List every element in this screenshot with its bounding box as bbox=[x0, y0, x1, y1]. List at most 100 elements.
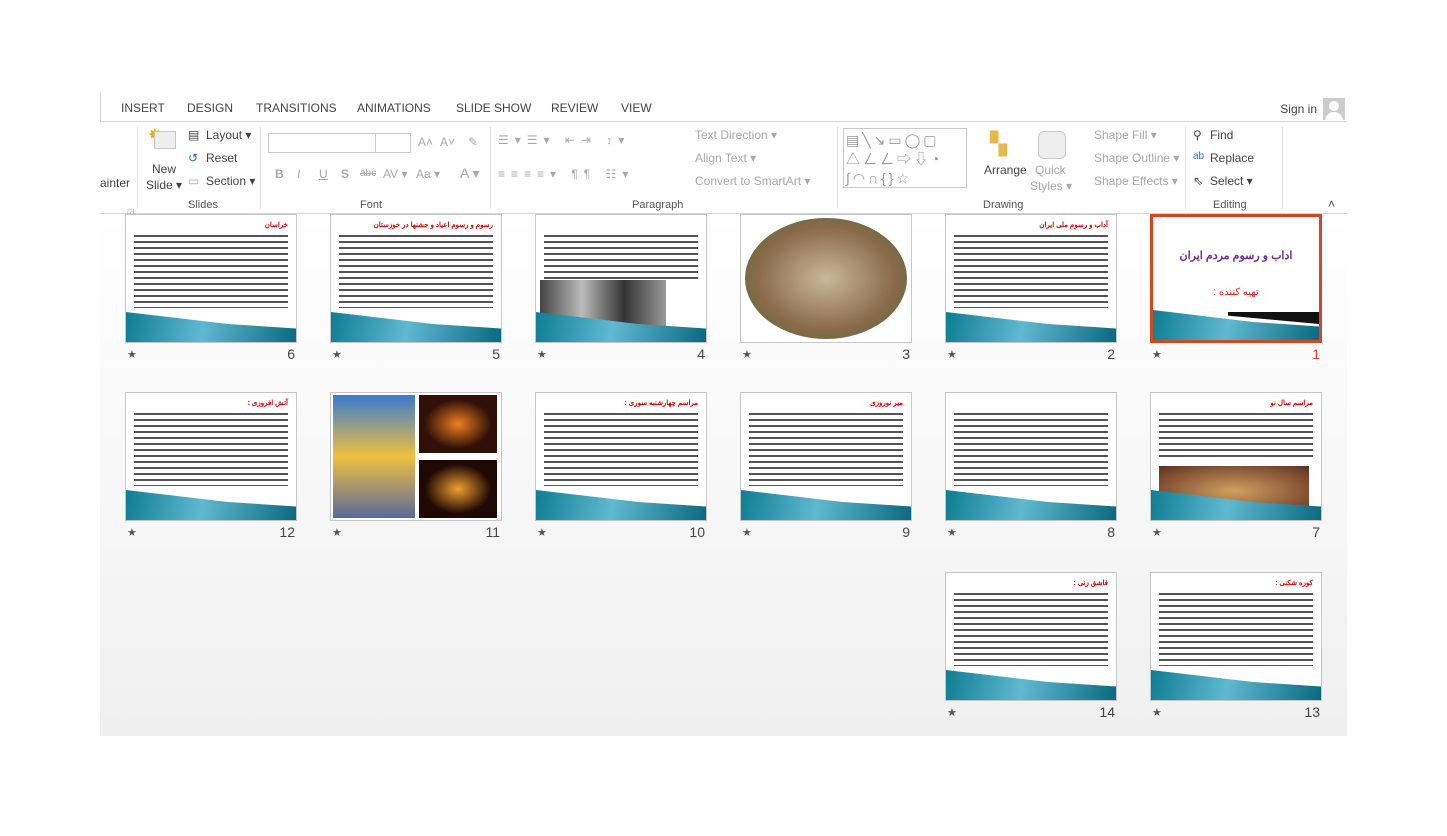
quick-styles-icon bbox=[1038, 131, 1066, 159]
font-name-select[interactable] bbox=[268, 133, 376, 153]
font-color-button[interactable]: A ▾ bbox=[460, 165, 479, 182]
animation-star-icon[interactable]: ★ bbox=[127, 526, 137, 539]
list-buttons[interactable]: ☰▾☰▾ ⇤⇥ ↕▾ bbox=[498, 133, 630, 147]
slide-body-text bbox=[134, 233, 288, 308]
animation-star-icon[interactable]: ★ bbox=[947, 706, 957, 719]
slide-thumbnail[interactable] bbox=[740, 214, 912, 343]
slide-number: 12 bbox=[279, 524, 295, 540]
italic-button[interactable]: I bbox=[297, 167, 300, 181]
underline-button[interactable]: U bbox=[319, 167, 328, 181]
slide-thumbnail[interactable]: آداب و رسوم ملی ایران bbox=[945, 214, 1117, 343]
tab-animations[interactable]: ANIMATIONS bbox=[357, 101, 431, 115]
slide-number: 1 bbox=[1312, 346, 1320, 362]
slide-number: 3 bbox=[902, 346, 910, 362]
slide-decoration bbox=[741, 490, 911, 520]
shape-outline-button[interactable]: Shape Outline ▾ bbox=[1094, 151, 1179, 165]
animation-star-icon[interactable]: ★ bbox=[537, 348, 547, 361]
slide-title: خراسان bbox=[264, 222, 288, 229]
ribbon: ainter ◲ ✸ New Slide ▾ ▤ Layout ▾ ↺ Rese… bbox=[100, 123, 1347, 216]
animation-star-icon[interactable]: ★ bbox=[742, 348, 752, 361]
character-spacing-button[interactable]: AV ▾ bbox=[383, 167, 407, 181]
align-text-button[interactable]: Align Text ▾ bbox=[695, 151, 756, 165]
layout-button[interactable]: Layout ▾ bbox=[206, 128, 251, 142]
slide-number: 7 bbox=[1312, 524, 1320, 540]
shadow-button[interactable]: S bbox=[341, 167, 349, 181]
animation-star-icon[interactable]: ★ bbox=[1152, 348, 1162, 361]
slide-body-text bbox=[954, 591, 1108, 666]
format-painter-button[interactable]: ainter bbox=[100, 176, 130, 190]
animation-star-icon[interactable]: ★ bbox=[947, 348, 957, 361]
arrange-button[interactable]: Arrange bbox=[984, 163, 1027, 177]
slide-sorter: اداب و رسوم مردم ایران تهیه کننده : 1 ★ آد… bbox=[100, 214, 1347, 736]
animation-star-icon[interactable]: ★ bbox=[1152, 526, 1162, 539]
new-slide-label[interactable]: New bbox=[152, 162, 176, 176]
slide-title: مراسم چهارشنبه سوری : bbox=[624, 400, 699, 407]
grow-font-button[interactable]: A˄ bbox=[418, 135, 433, 149]
slide-body-text bbox=[1159, 591, 1313, 666]
slide-decoration bbox=[126, 490, 296, 520]
animation-star-icon[interactable]: ★ bbox=[332, 348, 342, 361]
text-direction-button[interactable]: Text Direction ▾ bbox=[695, 128, 777, 142]
collapse-ribbon-icon[interactable]: ˄ bbox=[1328, 197, 1335, 211]
animation-star-icon[interactable]: ★ bbox=[742, 526, 752, 539]
sign-in-link[interactable]: Sign in bbox=[1280, 102, 1317, 116]
find-button[interactable]: Find bbox=[1210, 128, 1233, 142]
slide-thumbnail[interactable] bbox=[330, 392, 502, 521]
replace-button[interactable]: Replace bbox=[1210, 151, 1254, 165]
shape-effects-button[interactable]: Shape Effects ▾ bbox=[1094, 174, 1178, 188]
shapes-gallery[interactable]: ▤╲↘▭◯▢ △ㄥㄥ⇨⇩◔ ∫◠∩{}☆ bbox=[843, 128, 967, 188]
slide-thumbnail[interactable]: کوزه شکنی : bbox=[1150, 572, 1322, 701]
shape-fill-button[interactable]: Shape Fill ▾ bbox=[1094, 128, 1157, 142]
drawing-group-label: Drawing bbox=[983, 199, 1024, 211]
change-case-button[interactable]: Aa ▾ bbox=[416, 167, 440, 181]
divider bbox=[837, 127, 838, 209]
slide-thumbnail[interactable]: رسوم و رسوم اعیاد و جشنها در خوزستان bbox=[330, 214, 502, 343]
slide-thumbnail[interactable]: میر نوروزی bbox=[740, 392, 912, 521]
reset-button[interactable]: Reset bbox=[206, 151, 237, 165]
clear-formatting-icon[interactable]: ✎ bbox=[468, 135, 478, 149]
slide-decoration bbox=[1151, 670, 1321, 700]
font-size-select[interactable] bbox=[375, 133, 411, 153]
avatar[interactable] bbox=[1323, 98, 1345, 120]
animation-star-icon[interactable]: ★ bbox=[127, 348, 137, 361]
new-slide-button[interactable]: Slide ▾ bbox=[146, 178, 182, 192]
slide-thumbnail[interactable]: مراسم چهارشنبه سوری : bbox=[535, 392, 707, 521]
quick-styles-button[interactable]: Styles ▾ bbox=[1030, 179, 1072, 193]
slide-title: آداب و رسوم ملی ایران bbox=[1039, 222, 1108, 229]
slide-thumbnail[interactable]: خراسان bbox=[125, 214, 297, 343]
animation-star-icon[interactable]: ★ bbox=[947, 526, 957, 539]
slide-thumbnail[interactable] bbox=[945, 392, 1117, 521]
slide-title: کوزه شکنی : bbox=[1275, 580, 1313, 587]
slide-thumbnail[interactable]: اداب و رسوم مردم ایران تهیه کننده : bbox=[1150, 214, 1322, 343]
animation-star-icon[interactable]: ★ bbox=[332, 526, 342, 539]
select-button[interactable]: Select ▾ bbox=[1210, 174, 1253, 188]
convert-smartart-button[interactable]: Convert to SmartArt ▾ bbox=[695, 174, 810, 188]
strikethrough-button[interactable]: abc bbox=[360, 168, 376, 179]
slide-thumbnail[interactable]: قاشق زنی : bbox=[945, 572, 1117, 701]
editing-group-label: Editing bbox=[1213, 199, 1247, 211]
tab-slide-show[interactable]: SLIDE SHOW bbox=[456, 101, 531, 115]
slide-thumbnail[interactable]: آتش افروزی : bbox=[125, 392, 297, 521]
animation-star-icon[interactable]: ★ bbox=[537, 526, 547, 539]
slide-body-text bbox=[954, 233, 1108, 308]
tab-view[interactable]: VIEW bbox=[621, 101, 652, 115]
slide-decoration bbox=[331, 312, 501, 342]
slide-thumbnail[interactable]: مراسم سال نو bbox=[1150, 392, 1322, 521]
slide-thumbnail[interactable] bbox=[535, 214, 707, 343]
tab-insert[interactable]: INSERT bbox=[121, 101, 165, 115]
animation-star-icon[interactable]: ★ bbox=[1152, 706, 1162, 719]
slides-group-label: Slides bbox=[188, 199, 218, 211]
tab-transitions[interactable]: TRANSITIONS bbox=[256, 101, 337, 115]
new-slide-glyph bbox=[154, 131, 176, 149]
tab-review[interactable]: REVIEW bbox=[551, 101, 598, 115]
alignment-buttons[interactable]: ≡≡≡≡▾ ¶¶ ☷▾ bbox=[498, 167, 634, 181]
shrink-font-button[interactable]: A˅ bbox=[440, 135, 455, 149]
divider bbox=[1185, 127, 1186, 209]
section-button[interactable]: Section ▾ bbox=[206, 174, 255, 188]
tab-design[interactable]: DESIGN bbox=[187, 101, 233, 115]
quick-styles-label[interactable]: Quick bbox=[1035, 163, 1066, 177]
slide-title: اداب و رسوم مردم ایران bbox=[1179, 250, 1293, 262]
bold-button[interactable]: B bbox=[275, 167, 284, 181]
divider bbox=[137, 127, 138, 209]
slide-decoration bbox=[126, 312, 296, 342]
